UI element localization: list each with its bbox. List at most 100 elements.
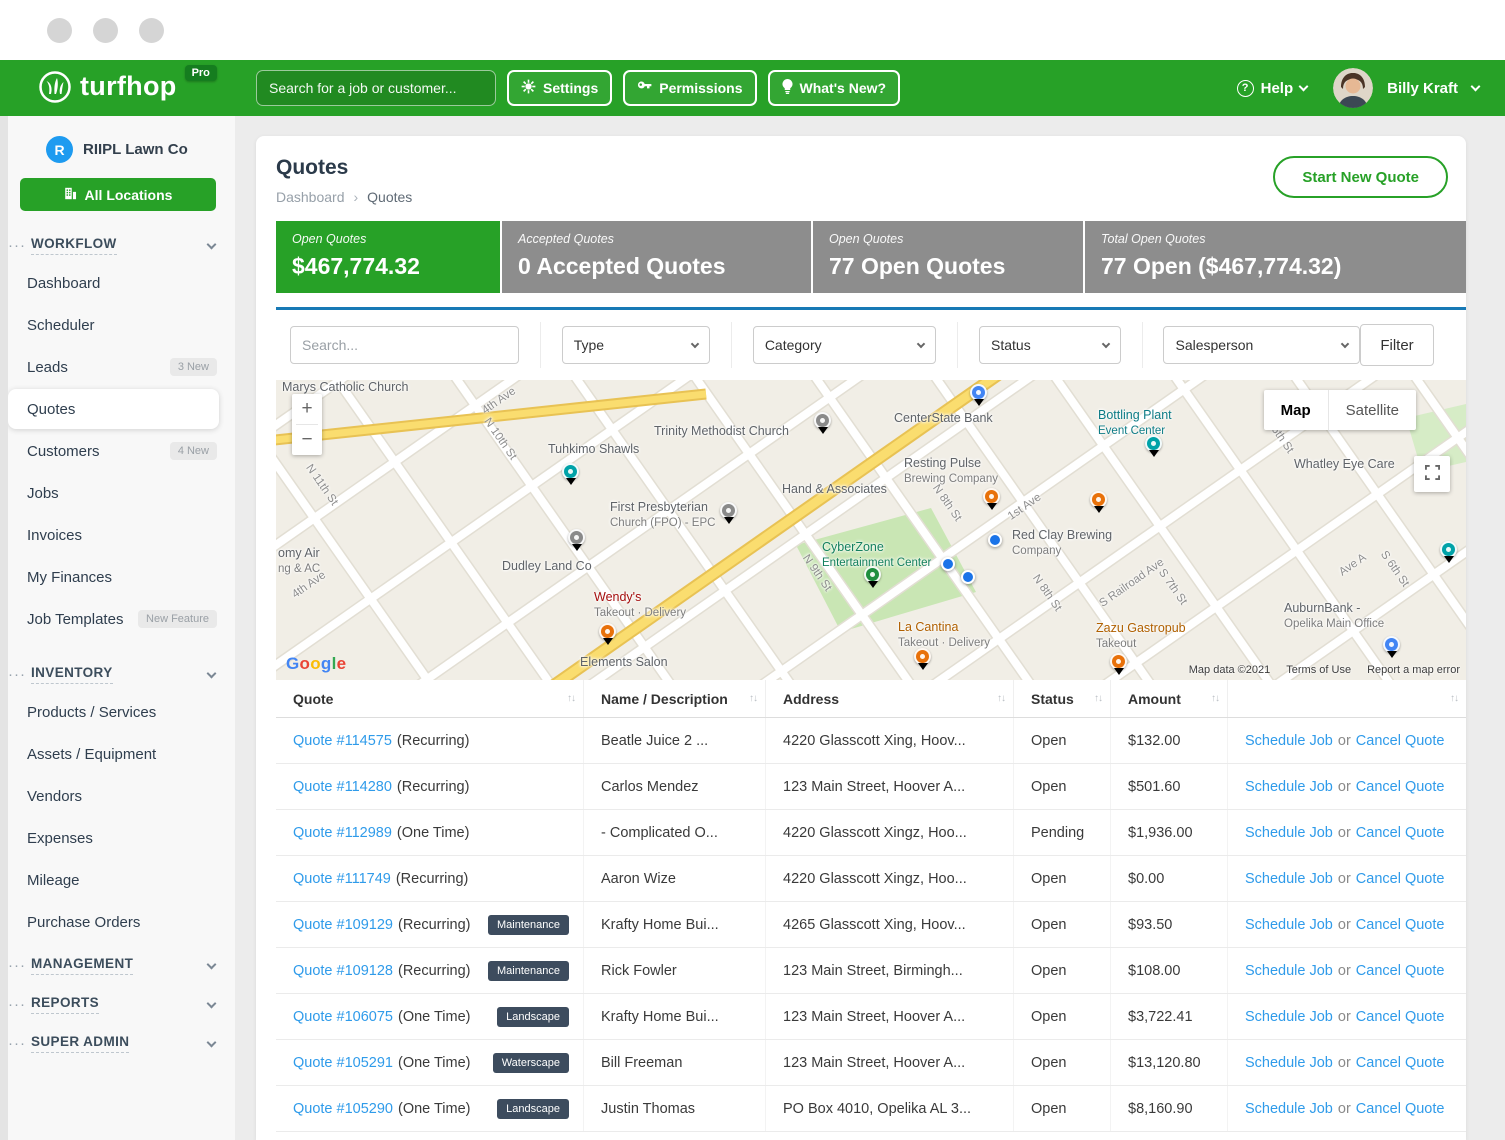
sidebar-section-collapsed[interactable]: ··· SUPER ADMIN bbox=[0, 1023, 235, 1060]
fullscreen-button[interactable] bbox=[1414, 456, 1450, 492]
schedule-job-link[interactable]: Schedule Job bbox=[1245, 871, 1333, 887]
permissions-button[interactable]: Permissions bbox=[623, 70, 756, 106]
map-marker[interactable] bbox=[1110, 653, 1127, 670]
sidebar-item[interactable]: Scheduler bbox=[0, 304, 235, 346]
map-marker[interactable] bbox=[941, 557, 955, 571]
settings-button[interactable]: Settings bbox=[507, 70, 612, 106]
help-menu[interactable]: ? Help bbox=[1237, 80, 1308, 97]
cancel-quote-link[interactable]: Cancel Quote bbox=[1356, 1055, 1445, 1071]
map-marker[interactable] bbox=[1440, 541, 1457, 558]
stat-card[interactable]: Total Open Quotes 77 Open ($467,774.32) bbox=[1085, 221, 1466, 293]
user-name[interactable]: Billy Kraft bbox=[1387, 80, 1458, 97]
user-avatar[interactable] bbox=[1333, 68, 1373, 108]
filter-button[interactable]: Filter bbox=[1360, 324, 1434, 366]
map-marker[interactable] bbox=[814, 412, 831, 429]
sidebar-item[interactable]: Jobs bbox=[0, 472, 235, 514]
stat-card[interactable]: Open Quotes $467,774.32 bbox=[276, 221, 500, 293]
window-control-dot[interactable] bbox=[93, 18, 118, 43]
sort-icon[interactable]: ↑↓ bbox=[1094, 693, 1102, 704]
map-marker[interactable] bbox=[961, 570, 975, 584]
sidebar-item[interactable]: My Finances bbox=[0, 556, 235, 598]
status-select[interactable]: Status bbox=[979, 326, 1121, 364]
quote-link[interactable]: Quote #114280 bbox=[293, 779, 392, 795]
column-header[interactable]: Quote ↑↓ bbox=[276, 680, 583, 717]
sidebar-item[interactable]: Quotes bbox=[8, 389, 219, 429]
breadcrumb-dashboard[interactable]: Dashboard bbox=[276, 189, 345, 205]
app-logo[interactable]: turfhop Pro bbox=[38, 69, 256, 107]
quotes-search-input[interactable] bbox=[290, 326, 519, 364]
sidebar-section-inventory[interactable]: ··· INVENTORY bbox=[0, 654, 235, 691]
type-select[interactable]: Type bbox=[562, 326, 710, 364]
company-selector[interactable]: R RIIPL Lawn Co bbox=[0, 116, 235, 163]
stat-card[interactable]: Accepted Quotes 0 Accepted Quotes bbox=[502, 221, 811, 293]
sidebar-section-workflow[interactable]: ··· WORKFLOW bbox=[0, 225, 235, 262]
schedule-job-link[interactable]: Schedule Job bbox=[1245, 917, 1333, 933]
all-locations-button[interactable]: All Locations bbox=[20, 178, 216, 211]
sidebar-item[interactable]: Expenses bbox=[0, 817, 235, 859]
sidebar-item[interactable]: Dashboard bbox=[0, 262, 235, 304]
map-toggle-button[interactable]: Map bbox=[1264, 390, 1328, 430]
sort-icon[interactable]: ↑↓ bbox=[1211, 693, 1219, 704]
stat-card[interactable]: Open Quotes 77 Open Quotes bbox=[813, 221, 1083, 293]
map-marker[interactable] bbox=[970, 384, 987, 401]
zoom-out-button[interactable]: − bbox=[292, 425, 322, 455]
sort-icon[interactable]: ↑↓ bbox=[997, 693, 1005, 704]
schedule-job-link[interactable]: Schedule Job bbox=[1245, 1101, 1333, 1117]
map-marker[interactable] bbox=[1090, 491, 1107, 508]
column-header[interactable]: ↑↓ bbox=[1227, 680, 1466, 717]
whats-new-button[interactable]: What's New? bbox=[768, 70, 901, 106]
quote-link[interactable]: Quote #109128 bbox=[293, 963, 393, 979]
schedule-job-link[interactable]: Schedule Job bbox=[1245, 733, 1333, 749]
quote-link[interactable]: Quote #106075 bbox=[293, 1009, 393, 1025]
sidebar-item[interactable]: Mileage bbox=[0, 859, 235, 901]
sidebar-section-collapsed[interactable]: ··· MANAGEMENT bbox=[0, 945, 235, 982]
sidebar-item[interactable]: Customers 4 New bbox=[0, 430, 235, 472]
schedule-job-link[interactable]: Schedule Job bbox=[1245, 779, 1333, 795]
sidebar-item[interactable]: Job Templates New Feature bbox=[0, 598, 235, 640]
column-header[interactable]: Address ↑↓ bbox=[765, 680, 1013, 717]
column-header[interactable]: Amount ↑↓ bbox=[1110, 680, 1227, 717]
quote-link[interactable]: Quote #111749 bbox=[293, 871, 391, 887]
sidebar-section-collapsed[interactable]: ··· REPORTS bbox=[0, 984, 235, 1021]
map-canvas[interactable]: Marys Catholic Church Tuhkimo Shawls Tri… bbox=[276, 380, 1466, 680]
category-select[interactable]: Category bbox=[753, 326, 936, 364]
sort-icon[interactable]: ↑↓ bbox=[567, 693, 575, 704]
cancel-quote-link[interactable]: Cancel Quote bbox=[1356, 1101, 1445, 1117]
map-marker[interactable] bbox=[568, 529, 585, 546]
report-map-error-link[interactable]: Report a map error bbox=[1367, 664, 1460, 676]
map-marker[interactable] bbox=[599, 623, 616, 640]
zoom-in-button[interactable]: + bbox=[292, 394, 322, 424]
cancel-quote-link[interactable]: Cancel Quote bbox=[1356, 825, 1445, 841]
column-header[interactable]: Status ↑↓ bbox=[1013, 680, 1110, 717]
sidebar-item[interactable]: Purchase Orders bbox=[0, 901, 235, 943]
quote-link[interactable]: Quote #109129 bbox=[293, 917, 393, 933]
quote-link[interactable]: Quote #105290 bbox=[293, 1101, 393, 1117]
sidebar-item[interactable]: Assets / Equipment bbox=[0, 733, 235, 775]
sort-icon[interactable]: ↑↓ bbox=[1450, 693, 1458, 704]
global-search-input[interactable] bbox=[256, 70, 496, 106]
map-marker[interactable] bbox=[1145, 435, 1162, 452]
window-control-dot[interactable] bbox=[139, 18, 164, 43]
quote-link[interactable]: Quote #105291 bbox=[293, 1055, 393, 1071]
map-marker[interactable] bbox=[562, 463, 579, 480]
map-marker[interactable] bbox=[914, 648, 931, 665]
column-header[interactable]: Name / Description ↑↓ bbox=[583, 680, 765, 717]
terms-of-use-link[interactable]: Terms of Use bbox=[1286, 664, 1351, 676]
sidebar-item[interactable]: Invoices bbox=[0, 514, 235, 556]
schedule-job-link[interactable]: Schedule Job bbox=[1245, 825, 1333, 841]
sidebar-item[interactable]: Products / Services bbox=[0, 691, 235, 733]
start-new-quote-button[interactable]: Start New Quote bbox=[1273, 156, 1448, 198]
map-marker[interactable] bbox=[983, 488, 1000, 505]
window-control-dot[interactable] bbox=[47, 18, 72, 43]
schedule-job-link[interactable]: Schedule Job bbox=[1245, 1055, 1333, 1071]
cancel-quote-link[interactable]: Cancel Quote bbox=[1356, 1009, 1445, 1025]
sidebar-item[interactable]: Leads 3 New bbox=[0, 346, 235, 388]
chevron-down-icon[interactable] bbox=[1471, 82, 1481, 92]
cancel-quote-link[interactable]: Cancel Quote bbox=[1356, 871, 1445, 887]
cancel-quote-link[interactable]: Cancel Quote bbox=[1356, 917, 1445, 933]
map-marker[interactable] bbox=[1383, 636, 1400, 653]
map-marker[interactable] bbox=[988, 533, 1002, 547]
salesperson-select[interactable]: Salesperson bbox=[1163, 326, 1360, 364]
map-marker[interactable] bbox=[864, 566, 881, 583]
google-logo[interactable]: Google bbox=[286, 654, 346, 674]
